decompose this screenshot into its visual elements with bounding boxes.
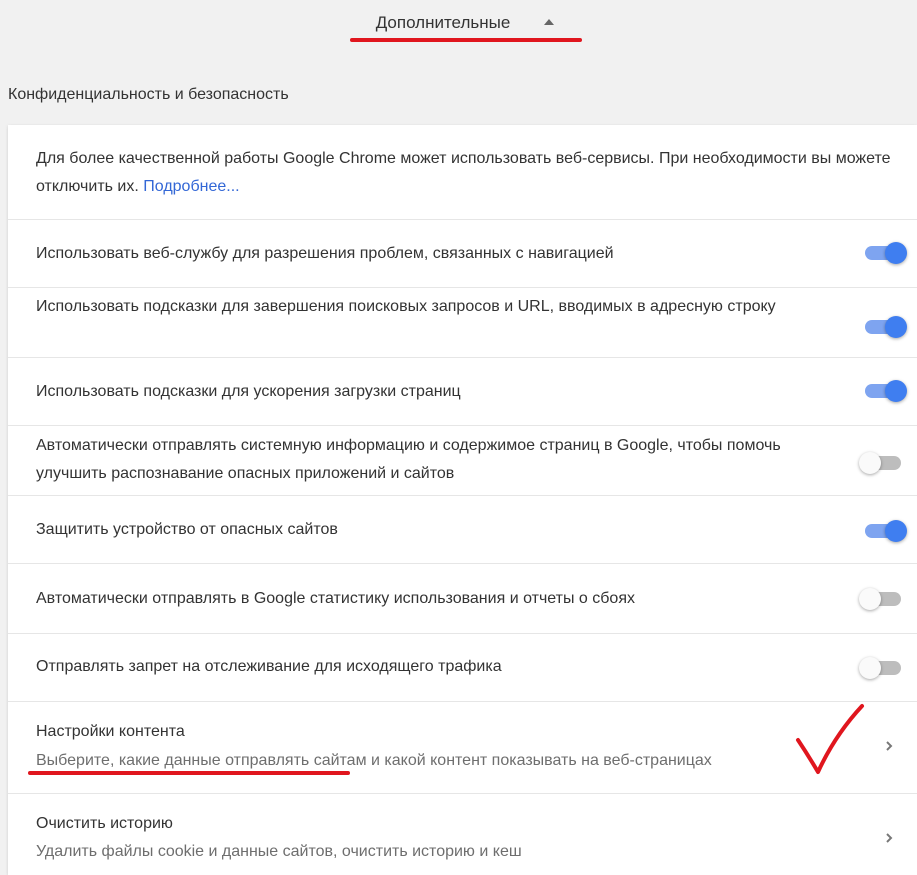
toggle-knob bbox=[885, 242, 907, 264]
toggle-knob bbox=[885, 520, 907, 542]
intro-row: Для более качественной работы Google Chr… bbox=[8, 125, 917, 219]
content-settings-title: Настройки контента bbox=[36, 723, 185, 740]
advanced-label: Дополнительные bbox=[375, 13, 511, 32]
toggle-switch[interactable] bbox=[859, 657, 903, 679]
setting-label: Автоматически отправлять в Google статис… bbox=[36, 590, 635, 607]
setting-label: Отправлять запрет на отслеживание для ис… bbox=[36, 658, 502, 675]
toggle-knob bbox=[859, 657, 881, 679]
settings-page: Дополнительные Конфиденциальность и безо… bbox=[0, 0, 917, 875]
setting-label: Использовать подсказки для завершения по… bbox=[36, 298, 776, 315]
toggle-knob bbox=[885, 316, 907, 338]
setting-label: Защитить устройство от опасных сайтов bbox=[36, 521, 338, 538]
setting-row[interactable]: Использовать подсказки для завершения по… bbox=[8, 287, 917, 357]
clear-history-subtitle: Удалить файлы cookie и данные сайтов, оч… bbox=[36, 843, 522, 860]
chevron-right-icon[interactable] bbox=[885, 832, 895, 846]
toggle-switch[interactable] bbox=[863, 380, 907, 402]
setting-label: Автоматически отправлять системную инфор… bbox=[36, 437, 781, 482]
section-title: Конфиденциальность и безопасность bbox=[8, 86, 289, 103]
annotation-underline bbox=[28, 771, 350, 775]
setting-row[interactable]: Использовать подсказки для ускорения заг… bbox=[8, 357, 917, 425]
toggle-knob bbox=[859, 452, 881, 474]
intro-text: Для более качественной работы Google Chr… bbox=[36, 145, 906, 201]
toggle-switch[interactable] bbox=[863, 520, 907, 542]
toggle-knob bbox=[859, 588, 881, 610]
clear-history-row[interactable]: Очистить историю Удалить файлы cookie и … bbox=[8, 793, 917, 875]
setting-row[interactable]: Автоматически отправлять в Google статис… bbox=[8, 563, 917, 633]
setting-row[interactable]: Отправлять запрет на отслеживание для ис… bbox=[8, 633, 917, 701]
annotation-underline bbox=[350, 38, 582, 42]
toggle-knob bbox=[885, 380, 907, 402]
setting-row[interactable]: Использовать веб-службу для разрешения п… bbox=[8, 219, 917, 287]
toggle-switch[interactable] bbox=[859, 452, 903, 474]
setting-label: Использовать подсказки для ускорения заг… bbox=[36, 383, 461, 400]
learn-more-link[interactable]: Подробнее... bbox=[143, 178, 239, 195]
checkmark-annotation-icon bbox=[790, 700, 870, 785]
toggle-switch[interactable] bbox=[859, 588, 903, 610]
content-settings-row[interactable]: Настройки контента Выберите, какие данны… bbox=[8, 701, 917, 793]
toggle-switch[interactable] bbox=[863, 316, 907, 338]
clear-history-title: Очистить историю bbox=[36, 815, 173, 832]
privacy-card: Для более качественной работы Google Chr… bbox=[8, 125, 917, 875]
setting-label: Использовать веб-службу для разрешения п… bbox=[36, 245, 614, 262]
toggle-switch[interactable] bbox=[863, 242, 907, 264]
chevron-right-icon[interactable] bbox=[885, 740, 895, 754]
chevron-up-icon bbox=[544, 19, 555, 25]
setting-row[interactable]: Защитить устройство от опасных сайтов bbox=[8, 495, 917, 563]
setting-row[interactable]: Автоматически отправлять системную инфор… bbox=[8, 425, 917, 495]
